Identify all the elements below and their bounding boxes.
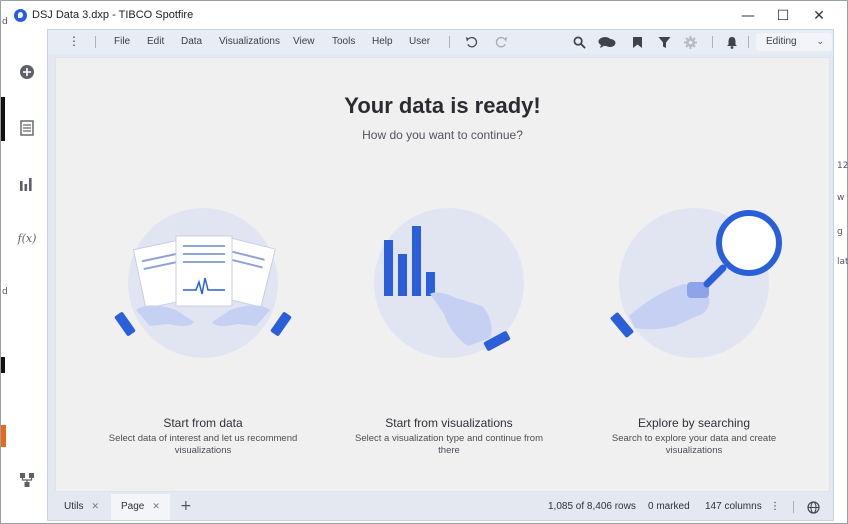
explore-by-searching-option[interactable]: Explore by searching Search to explore y… <box>589 208 799 468</box>
option-description: Select a visualization type and continue… <box>355 433 543 456</box>
start-from-data-option[interactable]: Start from data Select data of interest … <box>98 208 308 468</box>
tab-utils[interactable]: Utils ✕ <box>54 494 109 520</box>
menu-file[interactable]: File <box>114 36 130 47</box>
settings-icon[interactable] <box>683 35 697 49</box>
undo-icon[interactable] <box>464 35 478 49</box>
spotfire-logo-icon <box>14 9 27 22</box>
toolbar-divider <box>95 36 96 48</box>
redo-icon[interactable] <box>494 35 508 49</box>
background-window-edge: w <box>837 193 845 203</box>
option-title: Start from data <box>163 416 243 430</box>
tab-label: Page <box>121 501 145 512</box>
globe-icon[interactable] <box>806 500 820 514</box>
maximize-button[interactable]: ☐ <box>768 5 798 27</box>
menu-user[interactable]: User <box>409 36 430 47</box>
add-page-button[interactable]: + <box>180 498 192 514</box>
close-tab-icon[interactable]: ✕ <box>152 502 160 512</box>
mode-dropdown[interactable]: Editing ⌄ <box>756 33 832 51</box>
background-window-edge <box>1 97 5 141</box>
add-icon[interactable] <box>18 63 36 81</box>
background-window-edge: d <box>2 17 8 27</box>
background-window-edge <box>834 57 847 521</box>
chevron-down-icon: ⌄ <box>816 37 824 47</box>
background-window-edge <box>1 357 5 373</box>
background-window-edge <box>1 425 6 447</box>
start-from-visualizations-option[interactable]: Start from visualizations Select a visua… <box>344 208 554 468</box>
function-icon[interactable]: f(x) <box>16 229 38 247</box>
more-menu-icon[interactable]: ⋮ <box>68 35 80 47</box>
menu-data[interactable]: Data <box>181 36 202 47</box>
option-description: Select data of interest and let us recom… <box>108 433 298 456</box>
background-window-edge: g <box>837 227 843 237</box>
welcome-canvas: Your data is ready! How do you want to c… <box>55 57 830 492</box>
window-title: DSJ Data 3.dxp - TIBCO Spotfire <box>32 9 194 21</box>
close-tab-icon[interactable]: ✕ <box>91 502 99 512</box>
bar-chart-with-hand-icon <box>384 226 511 351</box>
menu-view[interactable]: View <box>293 36 315 47</box>
data-flow-icon[interactable] <box>18 471 36 489</box>
toolbar: ⋮ File Edit Data Visualizations View Too… <box>48 30 833 54</box>
toolbar-divider <box>449 36 450 48</box>
background-window-edge: 12 <box>837 161 848 171</box>
row-count: 1,085 of 8,406 rows <box>548 501 636 512</box>
title-bar: DSJ Data 3.dxp - TIBCO Spotfire — ☐ ✕ <box>1 1 847 31</box>
menu-visualizations[interactable]: Visualizations <box>219 36 280 47</box>
page-title: Your data is ready! <box>344 93 541 118</box>
status-bar: Utils ✕ Page ✕ + 1,085 of 8,406 rows 0 mar… <box>48 494 833 520</box>
filter-icon[interactable] <box>657 35 671 49</box>
documents-in-hands-icon <box>114 235 292 336</box>
column-count: 147 columns <box>705 501 762 512</box>
option-description: Search to explore your data and create v… <box>611 433 777 456</box>
background-window-edge: lat <box>837 257 848 267</box>
bar-chart-icon[interactable] <box>18 175 36 193</box>
toolbar-divider <box>712 36 713 48</box>
comments-icon[interactable] <box>598 35 616 49</box>
notifications-icon[interactable] <box>725 35 739 49</box>
menu-edit[interactable]: Edit <box>147 36 164 47</box>
option-title: Explore by searching <box>637 416 751 430</box>
more-options-icon[interactable]: ⋮ <box>770 501 780 512</box>
mode-label: Editing <box>766 36 797 47</box>
menu-help[interactable]: Help <box>372 36 393 47</box>
tab-label: Utils <box>64 501 84 512</box>
marked-count: 0 marked <box>648 501 690 512</box>
search-icon[interactable] <box>572 35 586 49</box>
page-subtitle: How do you want to continue? <box>362 128 523 142</box>
menu-tools[interactable]: Tools <box>332 36 355 47</box>
tab-page[interactable]: Page ✕ <box>111 494 170 520</box>
minimize-button[interactable]: — <box>733 5 763 27</box>
main-area: ⋮ File Edit Data Visualizations View Too… <box>47 29 834 521</box>
data-table-icon[interactable] <box>18 119 36 137</box>
status-divider <box>793 501 794 513</box>
magnifying-glass-hand-icon <box>610 210 782 338</box>
toolbar-divider <box>748 36 749 48</box>
left-sidebar: f(x) <box>7 31 47 521</box>
bookmark-icon[interactable] <box>630 35 644 49</box>
app-window: DSJ Data 3.dxp - TIBCO Spotfire — ☐ ✕ d … <box>0 0 848 524</box>
close-button[interactable]: ✕ <box>804 5 834 27</box>
option-title: Start from visualizations <box>385 416 513 430</box>
